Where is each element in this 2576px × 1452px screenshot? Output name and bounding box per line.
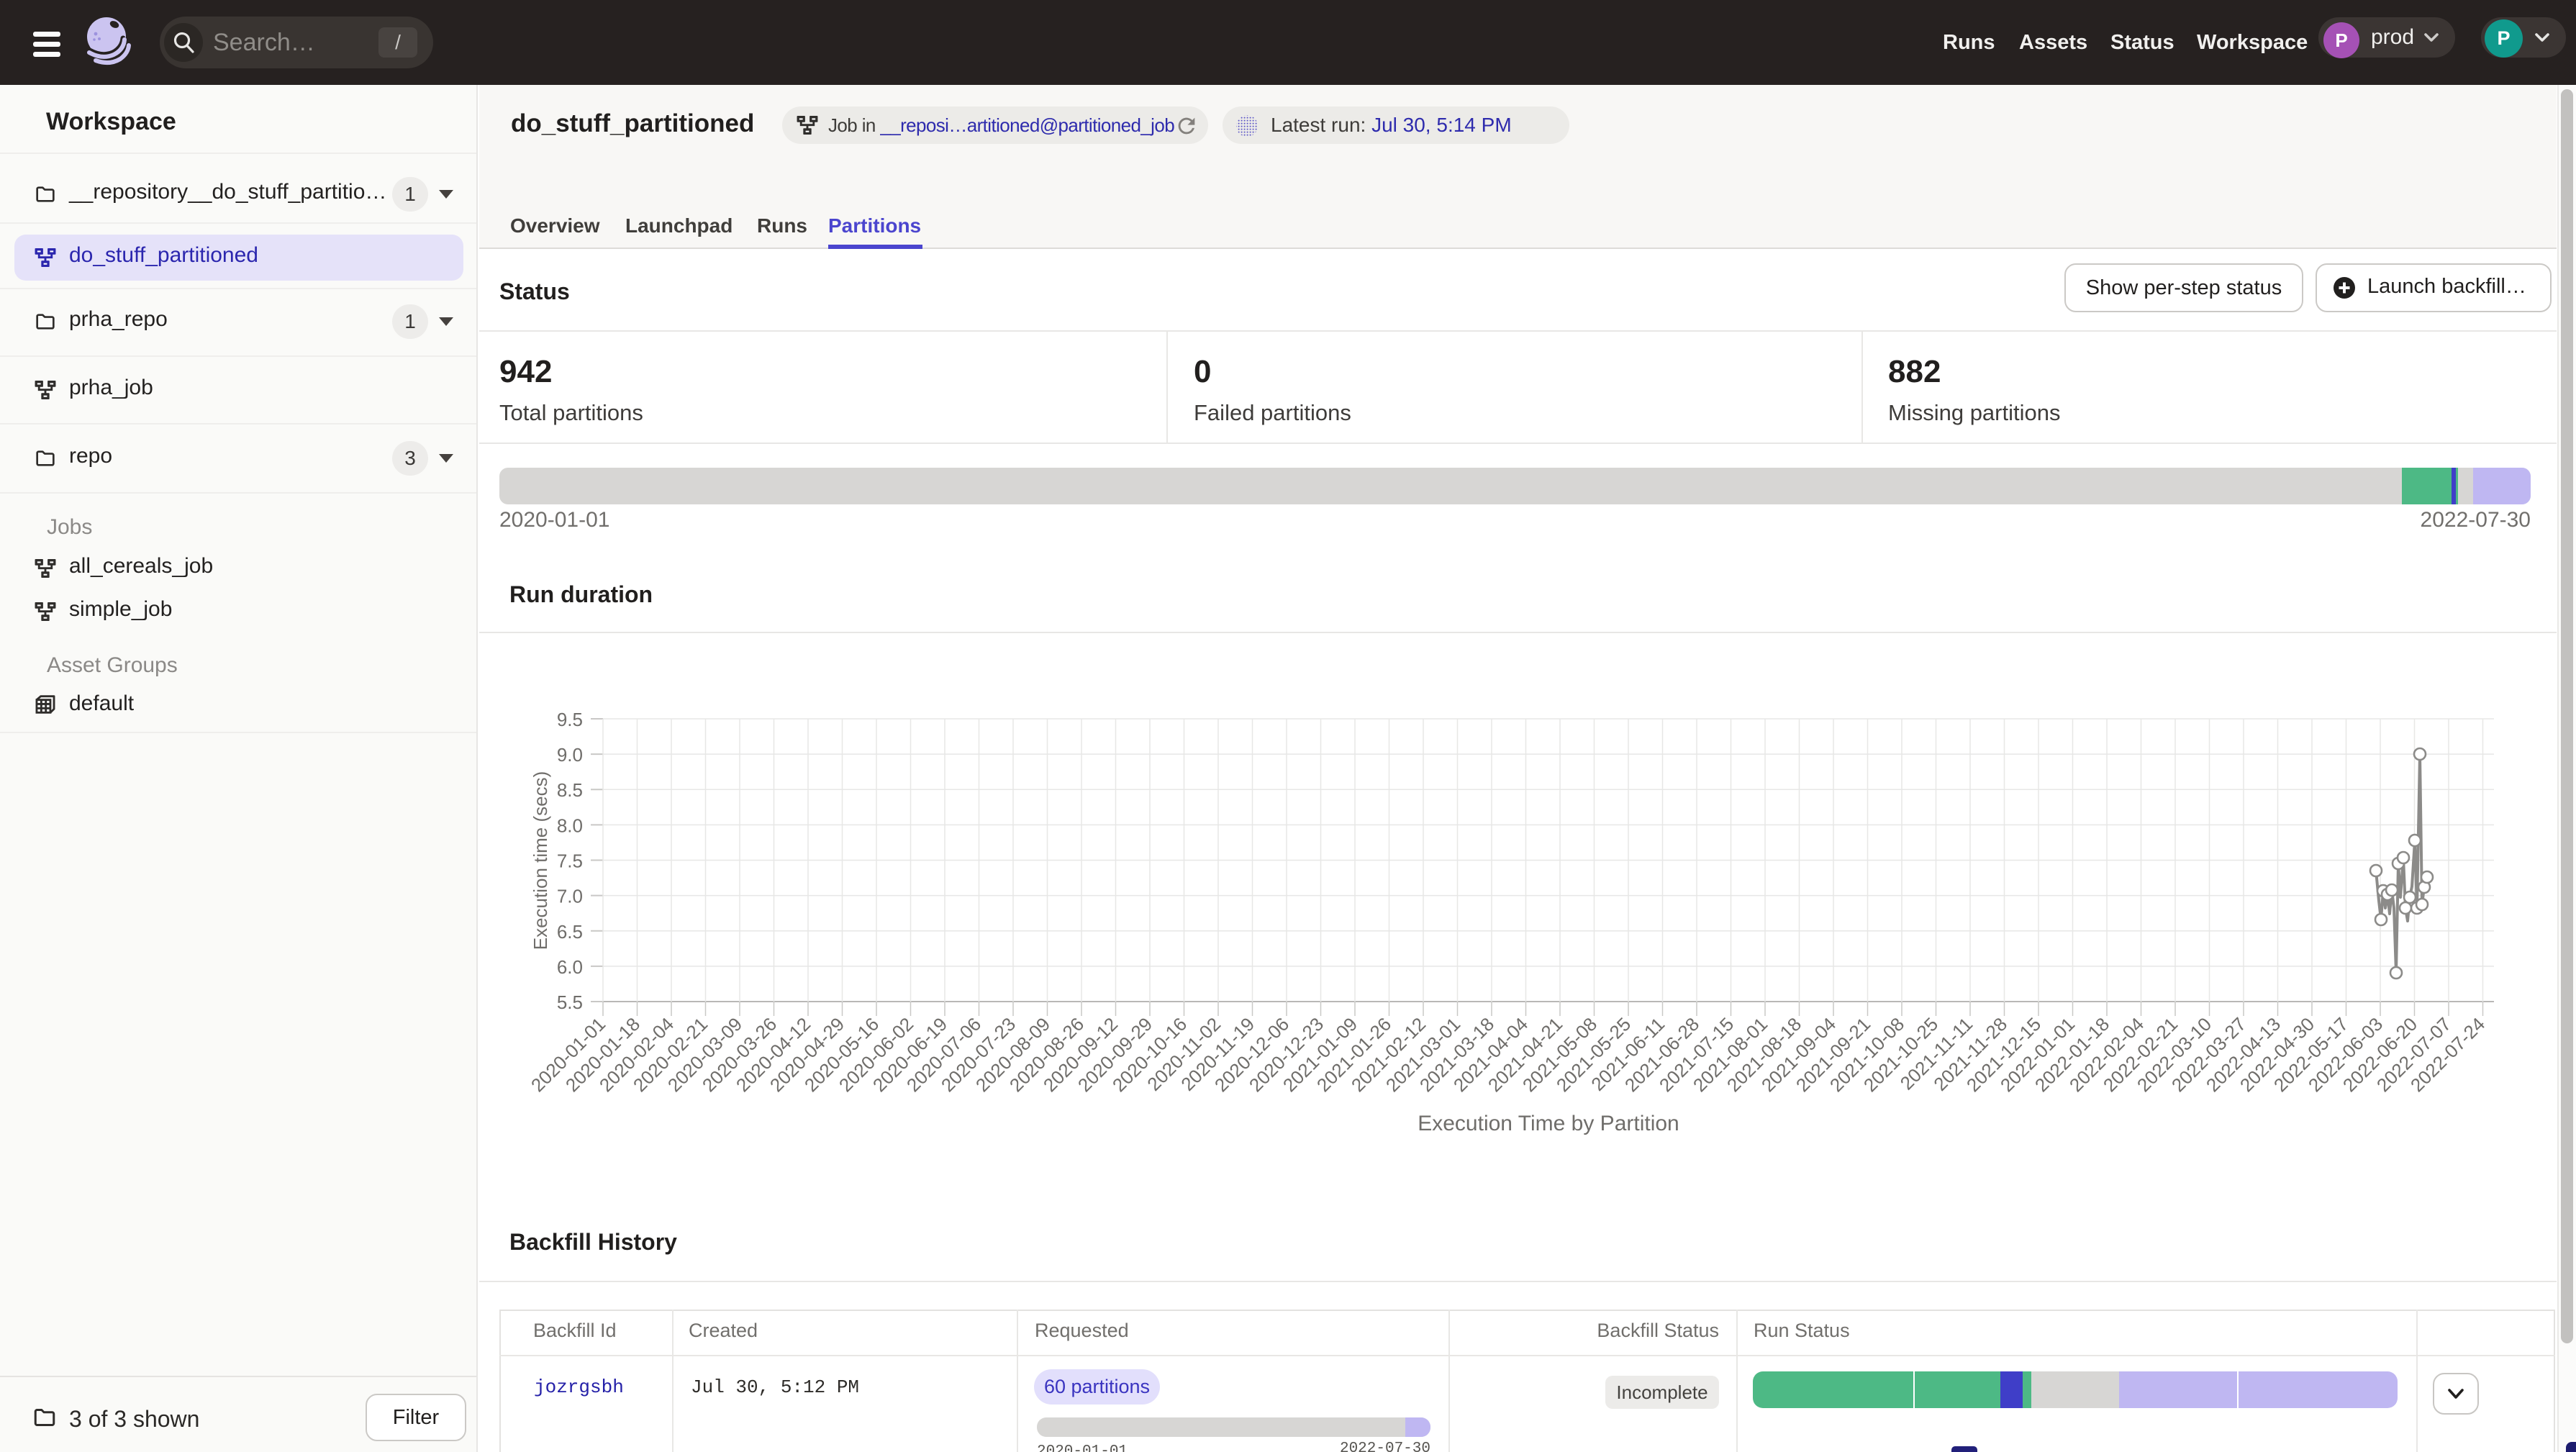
svg-text:Execution time (secs): Execution time (secs) (530, 771, 551, 950)
svg-text:9.5: 9.5 (557, 709, 583, 730)
svg-text:7.5: 7.5 (557, 850, 583, 872)
svg-text:8.0: 8.0 (557, 815, 583, 836)
svg-text:6.5: 6.5 (557, 921, 583, 943)
svg-text:8.5: 8.5 (557, 779, 583, 801)
svg-text:5.5: 5.5 (557, 992, 583, 1013)
svg-text:6.0: 6.0 (557, 956, 583, 978)
svg-text:9.0: 9.0 (557, 744, 583, 766)
svg-text:7.0: 7.0 (557, 886, 583, 907)
